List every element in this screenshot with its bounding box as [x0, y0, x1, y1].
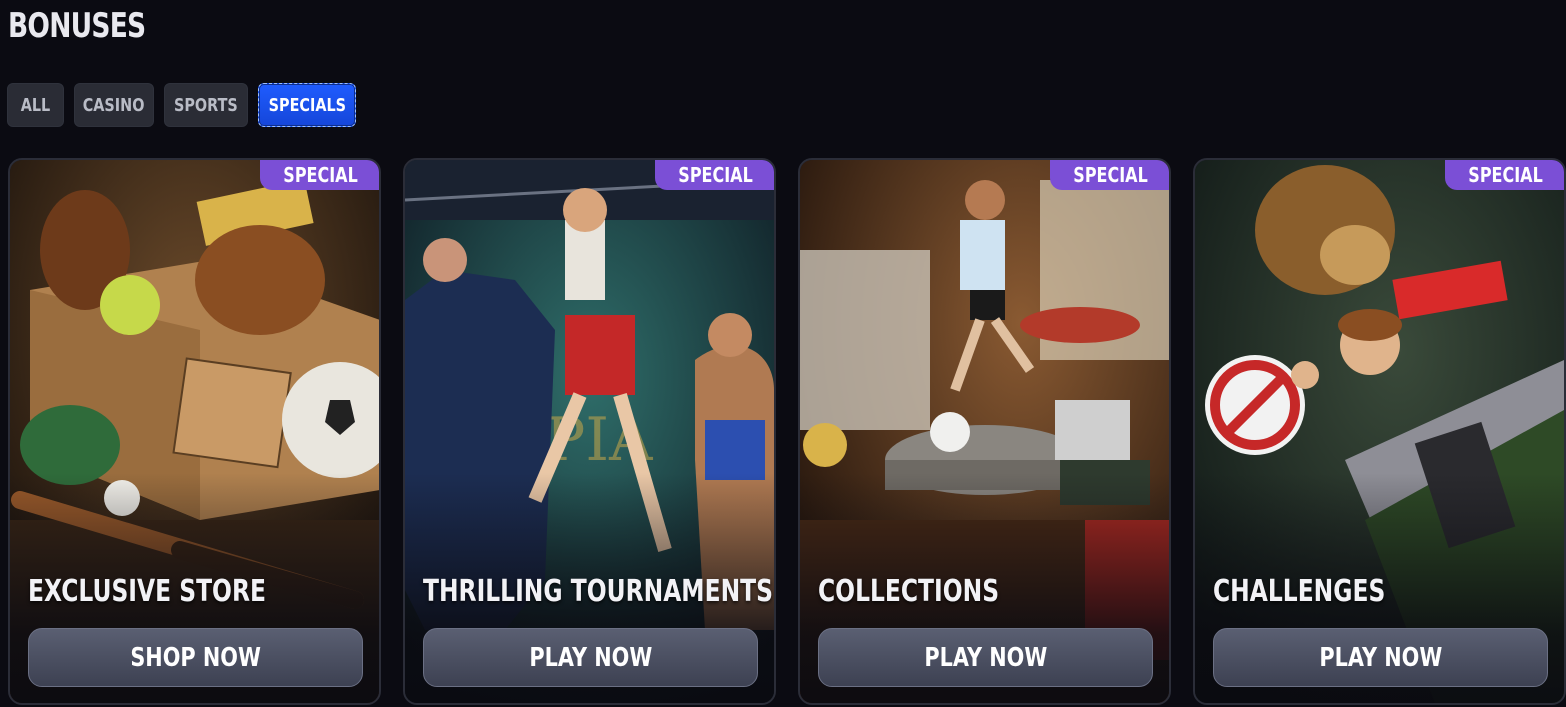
special-badge: SPECIAL: [1049, 160, 1169, 190]
tab-specials[interactable]: SPECIALS: [258, 83, 356, 127]
bonus-card-collections[interactable]: SPECIAL COLLECTIONS PLAY NOW: [798, 158, 1171, 705]
bonus-cards: SPECIAL EXCLUSIVE STORE SHOP NOW PIA SPE…: [8, 158, 1566, 705]
tab-casino[interactable]: CASINO: [74, 83, 154, 127]
shop-now-button[interactable]: SHOP NOW: [28, 628, 363, 687]
bonus-card-thrilling-tournaments[interactable]: PIA SPECIAL THRILLING TOURNAMENTS PLAY N…: [403, 158, 776, 705]
tab-all[interactable]: ALL: [7, 83, 64, 127]
card-title: CHALLENGES: [1213, 574, 1386, 609]
special-badge: SPECIAL: [259, 160, 379, 190]
special-badge: SPECIAL: [1444, 160, 1564, 190]
bonus-card-challenges[interactable]: SPECIAL CHALLENGES PLAY NOW: [1193, 158, 1566, 705]
bonus-card-exclusive-store[interactable]: SPECIAL EXCLUSIVE STORE SHOP NOW: [8, 158, 381, 705]
play-now-button[interactable]: PLAY NOW: [423, 628, 758, 687]
card-title: COLLECTIONS: [818, 574, 1000, 609]
bonus-filter-tabs: ALL CASINO SPORTS SPECIALS: [7, 83, 356, 127]
play-now-button[interactable]: PLAY NOW: [818, 628, 1153, 687]
special-badge: SPECIAL: [654, 160, 774, 190]
page-title: BONUSES: [8, 6, 146, 46]
play-now-button[interactable]: PLAY NOW: [1213, 628, 1548, 687]
card-title: THRILLING TOURNAMENTS: [423, 574, 773, 609]
tab-sports[interactable]: SPORTS: [164, 83, 248, 127]
card-title: EXCLUSIVE STORE: [28, 574, 266, 609]
